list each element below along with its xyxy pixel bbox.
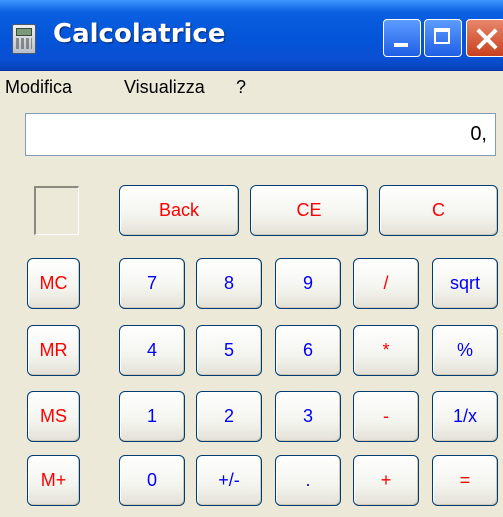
clear-entry-button[interactable]: CE: [250, 185, 368, 236]
window-title: Calcolatrice: [53, 19, 226, 49]
memory-recall-button[interactable]: MR: [27, 325, 80, 376]
digit-6-button[interactable]: 6: [275, 325, 341, 376]
memory-indicator: [34, 186, 79, 235]
decimal-button[interactable]: .: [275, 455, 341, 506]
memory-clear-button[interactable]: MC: [27, 258, 80, 309]
equals-button[interactable]: =: [432, 455, 498, 506]
back-button[interactable]: Back: [119, 185, 239, 236]
reciprocal-button[interactable]: 1/x: [432, 391, 498, 442]
maximize-button[interactable]: [424, 19, 462, 57]
menu-modifica[interactable]: Modifica: [5, 77, 72, 98]
percent-button[interactable]: %: [432, 325, 498, 376]
menu-visualizza[interactable]: Visualizza: [124, 77, 205, 98]
subtract-button[interactable]: -: [353, 391, 419, 442]
digit-8-button[interactable]: 8: [196, 258, 262, 309]
add-button[interactable]: +: [353, 455, 419, 506]
digit-9-button[interactable]: 9: [275, 258, 341, 309]
multiply-button[interactable]: *: [353, 325, 419, 376]
memory-store-button[interactable]: MS: [27, 391, 80, 442]
title-bar[interactable]: Calcolatrice: [0, 0, 503, 71]
calculator-icon: [12, 24, 36, 54]
digit-4-button[interactable]: 4: [119, 325, 185, 376]
digit-0-button[interactable]: 0: [119, 455, 185, 506]
digit-2-button[interactable]: 2: [196, 391, 262, 442]
clear-button[interactable]: C: [379, 185, 498, 236]
digit-7-button[interactable]: 7: [119, 258, 185, 309]
calculator-display: 0,: [25, 113, 496, 156]
sign-toggle-button[interactable]: +/-: [196, 455, 262, 506]
memory-add-button[interactable]: M+: [27, 455, 80, 506]
divide-button[interactable]: /: [353, 258, 419, 309]
close-button[interactable]: [466, 19, 503, 57]
menu-help[interactable]: ?: [236, 77, 246, 98]
minimize-button[interactable]: [383, 19, 421, 57]
menu-bar: Modifica Visualizza ?: [0, 72, 503, 102]
digit-5-button[interactable]: 5: [196, 325, 262, 376]
digit-3-button[interactable]: 3: [275, 391, 341, 442]
digit-1-button[interactable]: 1: [119, 391, 185, 442]
sqrt-button[interactable]: sqrt: [432, 258, 498, 309]
